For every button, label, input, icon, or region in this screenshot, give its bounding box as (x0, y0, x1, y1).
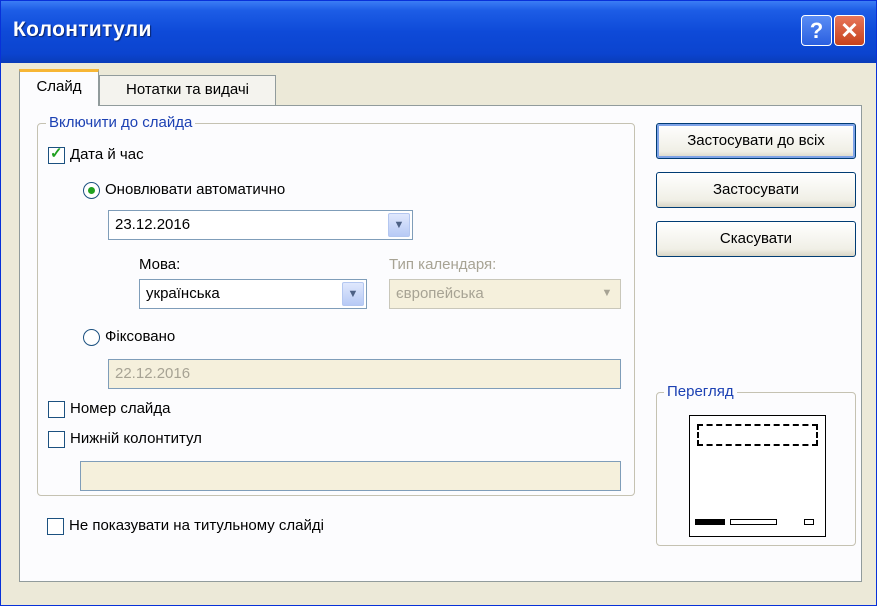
preview-date-placeholder (695, 519, 725, 525)
hide-on-title-slide-label[interactable]: Не показувати на титульному слайді (69, 517, 324, 534)
auto-update-label[interactable]: Оновлювати автоматично (105, 181, 285, 198)
date-format-select[interactable]: 23.12.2016 ▼ (108, 210, 413, 240)
date-time-label[interactable]: Дата й час (70, 146, 144, 163)
chevron-down-icon: ▼ (596, 282, 618, 306)
preview-header-placeholder (697, 424, 818, 446)
chevron-down-icon[interactable]: ▼ (342, 282, 364, 306)
tab-notes-label: Нотатки та видачі (125, 81, 249, 98)
chevron-down-icon[interactable]: ▼ (388, 213, 410, 237)
fixed-label[interactable]: Фіксовано (105, 328, 175, 345)
language-label: Мова: (139, 256, 181, 273)
preview-label: Перегляд (664, 383, 737, 400)
dialog-title: Колонтитули (13, 18, 152, 41)
footer-text-field (80, 461, 621, 491)
help-icon: ? (809, 18, 824, 43)
include-on-slide-group: Включити до слайда ✓ Дата й час Оновлюва… (37, 114, 635, 496)
calendar-type-select: європейська ▼ (389, 279, 621, 309)
calendar-type-label: Тип календаря: (389, 256, 497, 273)
slide-number-checkbox[interactable] (48, 401, 65, 418)
apply-button[interactable]: Застосувати (656, 172, 856, 208)
fixed-date-field: 22.12.2016 (108, 359, 621, 389)
footer-checkbox[interactable] (48, 431, 65, 448)
auto-update-radio[interactable] (83, 182, 100, 199)
calendar-type-value: європейська (396, 285, 484, 302)
close-icon: ✕ (840, 18, 859, 43)
include-group-label: Включити до слайда (46, 114, 196, 131)
radio-selected-dot (88, 187, 95, 194)
slide-number-label[interactable]: Номер слайда (70, 400, 170, 417)
tab-panel: Включити до слайда ✓ Дата й час Оновлюва… (19, 105, 862, 582)
language-select[interactable]: українська ▼ (139, 279, 367, 309)
hide-on-title-slide-checkbox[interactable] (47, 518, 64, 535)
help-button[interactable]: ? (801, 15, 832, 46)
language-value: українська (146, 285, 220, 302)
footer-label[interactable]: Нижній колонтитул (70, 430, 202, 447)
date-time-checkbox[interactable]: ✓ (48, 145, 65, 164)
tab-slide-label: Слайд (36, 78, 82, 95)
date-format-value: 23.12.2016 (115, 216, 191, 233)
title-bar[interactable]: Колонтитули ? ✕ (1, 1, 876, 63)
fixed-radio[interactable] (83, 329, 100, 346)
checkmark-icon: ✓ (50, 145, 63, 162)
tab-slide[interactable]: Слайд (19, 69, 99, 106)
preview-group: Перегляд (656, 383, 856, 546)
preview-slide-thumbnail (689, 415, 826, 537)
footer-dialog: Колонтитули ? ✕ Слайд Нотатки та видачі … (0, 0, 877, 606)
tab-notes-handouts[interactable]: Нотатки та видачі (99, 75, 276, 106)
apply-to-all-button[interactable]: Застосувати до всіх (656, 123, 856, 159)
dialog-body: Слайд Нотатки та видачі Включити до слай… (1, 63, 876, 605)
close-button[interactable]: ✕ (834, 15, 865, 46)
cancel-button[interactable]: Скасувати (656, 221, 856, 257)
preview-number-placeholder (804, 519, 814, 525)
preview-footer-placeholder (730, 519, 777, 525)
